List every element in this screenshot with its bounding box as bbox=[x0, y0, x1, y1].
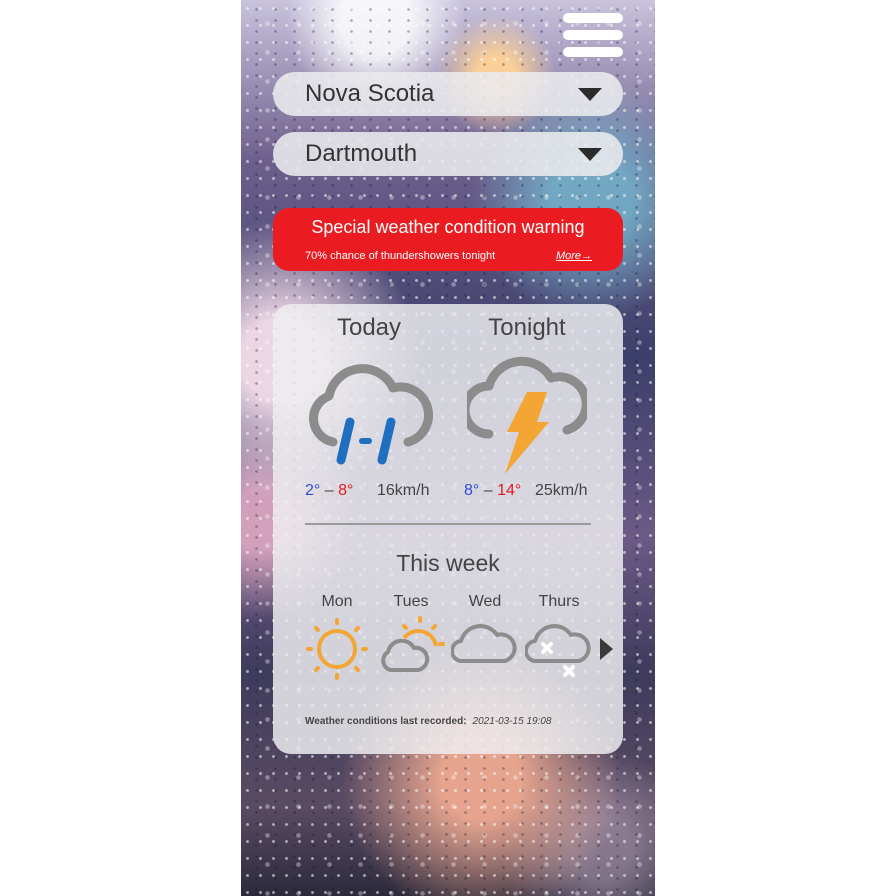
province-select[interactable]: Nova Scotia bbox=[273, 72, 623, 116]
today-low: 2° bbox=[305, 482, 321, 499]
warning-detail: 70% chance of thundershowers tonight bbox=[305, 250, 496, 262]
today-separator: – bbox=[324, 482, 334, 499]
caret-down-icon bbox=[578, 148, 602, 161]
app-screen: Nova Scotia Dartmouth Special weather co… bbox=[241, 0, 655, 896]
tonight-separator: – bbox=[483, 482, 493, 499]
forecast-panel: Today 2° – 8° 16km/h Tonight 8° – 14° 25… bbox=[273, 304, 623, 754]
chevron-right-icon[interactable] bbox=[600, 638, 613, 660]
weather-warning-banner: Special weather condition warning 70% ch… bbox=[273, 208, 623, 271]
tonight-low: 8° bbox=[464, 482, 480, 499]
tonight-wind: 25km/h bbox=[535, 482, 588, 499]
city-select-value: Dartmouth bbox=[305, 140, 418, 167]
hamburger-menu-icon[interactable] bbox=[563, 13, 623, 59]
caret-down-icon bbox=[578, 88, 602, 101]
thunderstorm-icon bbox=[467, 356, 587, 474]
warning-more-link[interactable]: More→ bbox=[556, 250, 592, 262]
sun-icon bbox=[306, 618, 368, 680]
tonight-high: 14° bbox=[497, 482, 522, 499]
city-select[interactable]: Dartmouth bbox=[273, 132, 623, 176]
last-recorded-label: Weather conditions last recorded: bbox=[305, 716, 467, 727]
rain-cloud-icon bbox=[309, 364, 433, 465]
province-select-value: Nova Scotia bbox=[305, 80, 435, 107]
last-recorded: Weather conditions last recorded: 2021-03… bbox=[305, 716, 551, 727]
snow-cloud-icon bbox=[525, 624, 591, 677]
tonight-temperature: 8° – 14° bbox=[464, 482, 521, 500]
today-temperature: 2° – 8° bbox=[305, 482, 353, 500]
week-title: This week bbox=[396, 550, 500, 576]
divider bbox=[305, 523, 591, 525]
cloud-icon bbox=[451, 624, 517, 664]
tonight-label: Tonight bbox=[488, 314, 566, 341]
today-label: Today bbox=[336, 314, 402, 341]
warning-title: Special weather condition warning bbox=[311, 217, 585, 237]
day-label-wed: Wed bbox=[468, 593, 502, 610]
day-label-tues: Tues bbox=[393, 593, 429, 610]
partly-cloudy-icon bbox=[381, 616, 445, 672]
day-label-mon: Mon bbox=[321, 593, 353, 610]
today-wind: 16km/h bbox=[377, 482, 430, 499]
last-recorded-time: 2021-03-15 19:08 bbox=[472, 716, 552, 727]
today-high: 8° bbox=[338, 482, 354, 499]
day-label-thurs: Thurs bbox=[538, 593, 580, 610]
